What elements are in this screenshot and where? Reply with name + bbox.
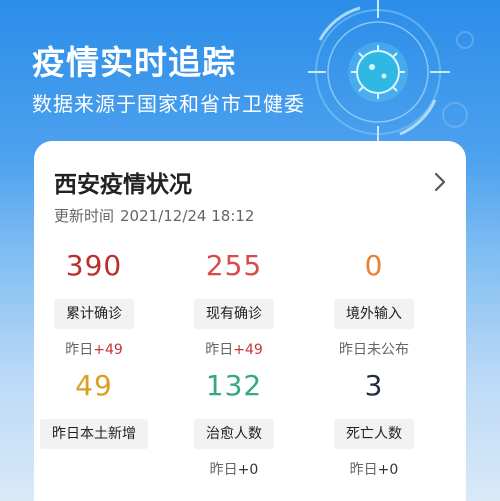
- stat-delta-value: +0: [237, 462, 259, 478]
- stat-delta-value: +49: [233, 342, 263, 358]
- stat-label: 昨日本土新增: [40, 419, 148, 449]
- stat-delta: 昨日+49: [164, 339, 304, 359]
- page-subtitle: 数据来源于国家和省市卫健委: [32, 92, 305, 116]
- stat-delta: 昨日+0: [164, 459, 304, 479]
- stat-value: 3: [364, 369, 384, 402]
- stat-value: 0: [364, 249, 384, 282]
- stat-delta: 昨日+49: [24, 339, 164, 359]
- stat-label: 境外输入: [334, 299, 414, 329]
- header-banner: 疫情实时追踪 数据来源于国家和省市卫健委: [0, 0, 500, 160]
- stat-tile[interactable]: 49 昨日本土新增: [24, 369, 164, 479]
- stat-delta: 昨日+0: [304, 459, 444, 479]
- stat-delta-value: +0: [377, 462, 399, 478]
- page-title: 疫情实时追踪: [32, 43, 236, 82]
- stat-delta-prefix: 昨日未公布: [339, 342, 409, 358]
- card-title: 西安疫情状况: [54, 172, 192, 198]
- stat-delta: 昨日未公布: [304, 339, 444, 359]
- stat-tile[interactable]: 255 现有确诊昨日+49: [164, 249, 304, 359]
- stat-value: 390: [65, 249, 123, 282]
- stat-tile[interactable]: 390 累计确诊昨日+49: [24, 249, 164, 359]
- xian-status-card[interactable]: 西安疫情状况 更新时间 2021/12/24 18:12 390 累计确诊 昨日+49…: [34, 141, 466, 501]
- stat-delta-prefix: 昨日: [65, 342, 94, 358]
- virus-target-icon: [308, 0, 474, 150]
- update-time-value: 2021/12/24 18:12: [120, 207, 255, 225]
- update-time-row: 更新时间 2021/12/24 18:12: [54, 205, 254, 226]
- stat-tile[interactable]: 3 死亡人数昨日+0: [304, 369, 444, 479]
- stat-delta-prefix: 昨日: [209, 462, 238, 478]
- stat-label: 死亡人数: [334, 419, 414, 449]
- stat-value: 49: [75, 369, 113, 402]
- stat-tile[interactable]: 132 治愈人数昨日+0: [164, 369, 304, 479]
- stat-tile[interactable]: 0 境外输入昨日未公布: [304, 249, 444, 359]
- stat-delta-prefix: 昨日: [349, 462, 378, 478]
- stat-label: 治愈人数: [194, 419, 274, 449]
- stat-value: 255: [205, 249, 263, 282]
- stat-label: 累计确诊: [54, 299, 134, 329]
- stat-delta-prefix: 昨日: [205, 342, 234, 358]
- chevron-right-icon[interactable]: [432, 171, 448, 193]
- update-time-label: 更新时间: [54, 207, 115, 225]
- stat-delta-value: +49: [93, 342, 123, 358]
- stat-value: 132: [205, 369, 263, 402]
- stat-label: 现有确诊: [194, 299, 274, 329]
